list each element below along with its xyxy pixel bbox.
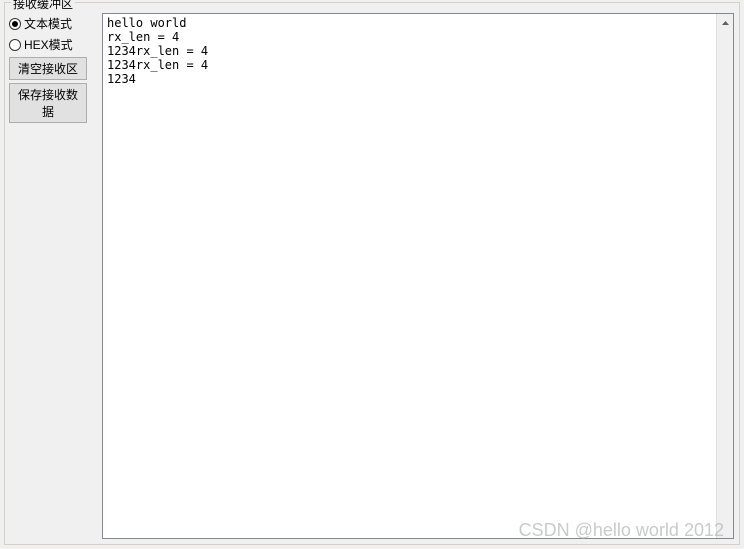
save-receive-button[interactable]: 保存接收数据	[9, 83, 87, 123]
receive-text-area[interactable]: hello world rx_len = 4 1234rx_len = 4 12…	[103, 14, 716, 538]
radio-circle-icon	[9, 39, 21, 51]
radio-circle-icon	[9, 18, 21, 30]
radio-hex-mode-label: HEX模式	[24, 36, 73, 53]
radio-hex-mode[interactable]: HEX模式	[9, 36, 99, 53]
scroll-up-icon[interactable]	[717, 14, 733, 31]
receive-text-area-wrapper: hello world rx_len = 4 1234rx_len = 4 12…	[102, 13, 734, 539]
radio-text-mode-label: 文本模式	[24, 15, 72, 32]
vertical-scrollbar[interactable]	[716, 14, 733, 538]
groupbox-title: 接收缓冲区	[11, 0, 75, 12]
radio-text-mode[interactable]: 文本模式	[9, 15, 99, 32]
clear-receive-button[interactable]: 清空接收区	[9, 57, 87, 80]
receive-buffer-groupbox: 接收缓冲区 文本模式 HEX模式 清空接收区 保存接收数据 hello worl…	[4, 2, 740, 545]
side-controls: 文本模式 HEX模式 清空接收区 保存接收数据	[9, 15, 99, 123]
